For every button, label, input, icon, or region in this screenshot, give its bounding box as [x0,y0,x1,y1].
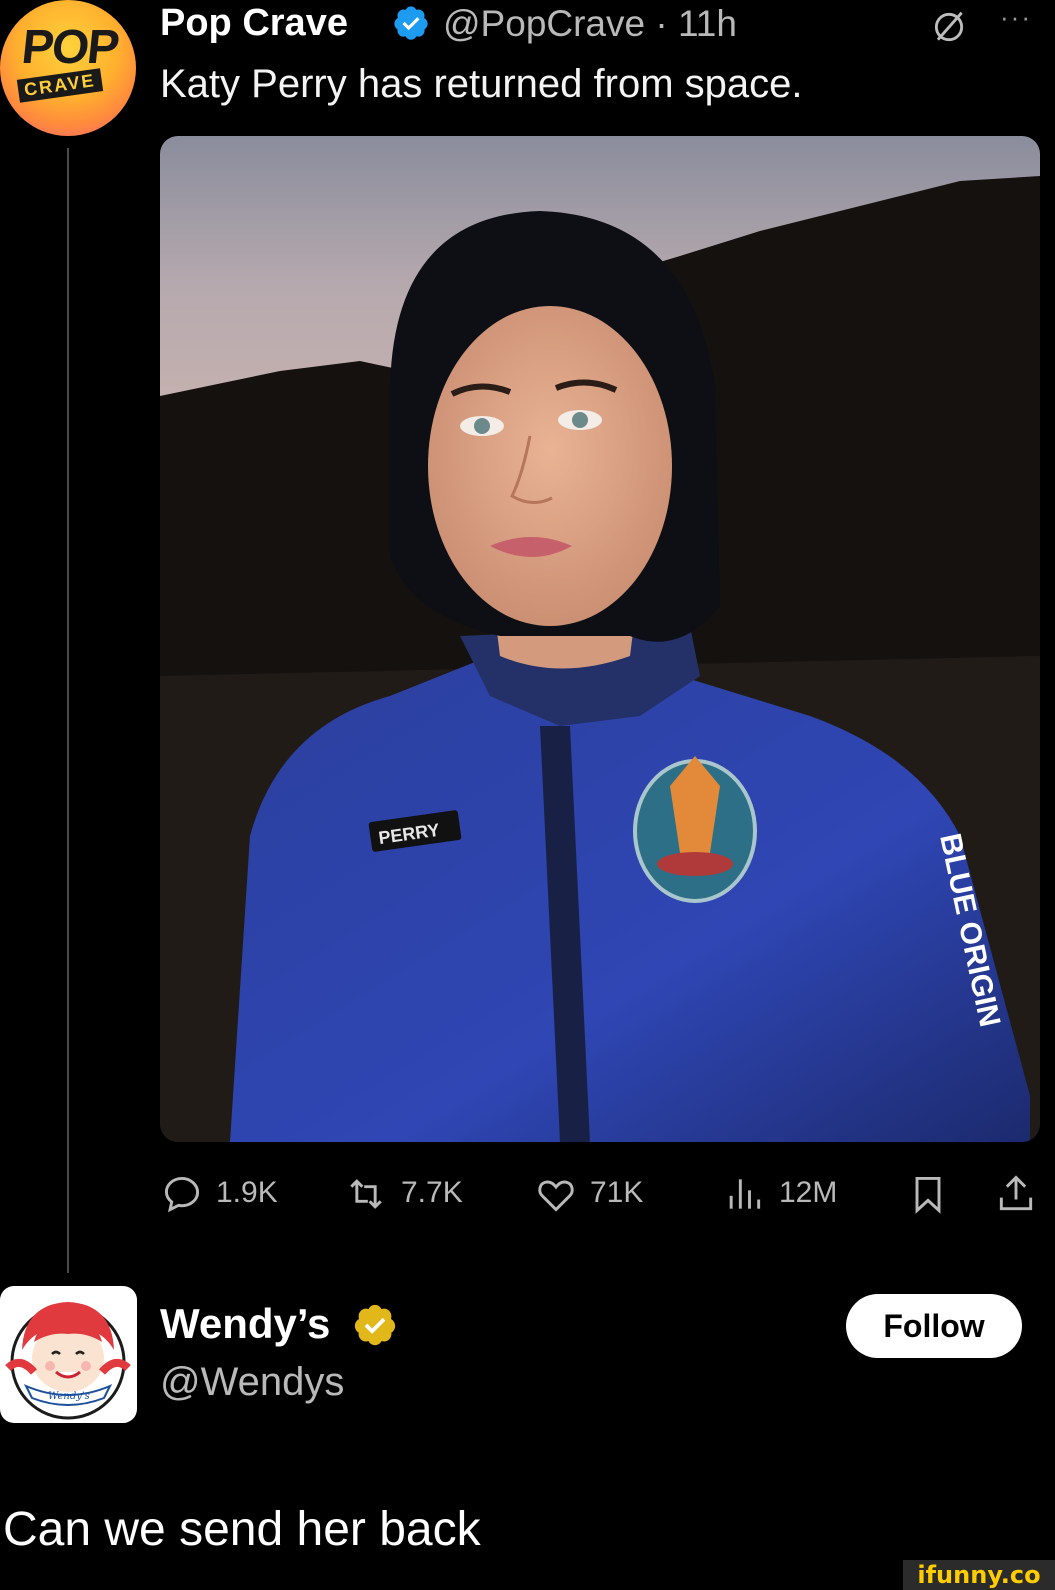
gold-verified-badge-icon [354,1304,396,1346]
repost-icon[interactable] [344,1172,388,1216]
views-icon[interactable] [722,1172,766,1216]
repost-count: 7.7K [401,1176,463,1209]
handle-text: @PopCrave [443,3,646,44]
grok-icon[interactable] [930,8,968,46]
wendys-logo: Wendy's [5,1302,131,1420]
reply-text: Can we send her back [3,1503,481,1556]
avatar-logo-pop: POP [19,21,121,74]
follow-button[interactable]: Follow [846,1294,1022,1358]
views-count: 12M [779,1176,838,1209]
tweet-author-name[interactable]: Pop Crave [160,2,348,45]
reply-author-handle[interactable]: @Wendys [160,1360,344,1405]
tweet-photo[interactable]: PERRY BLUE ORIGIN [160,136,1040,1142]
ifunny-watermark: ifunny.co [903,1560,1055,1590]
share-icon[interactable] [994,1172,1038,1216]
bookmark-icon[interactable] [906,1172,950,1216]
thread-line [67,148,69,1273]
photo-illustration: PERRY BLUE ORIGIN [160,136,1040,1142]
tweet-time: · 11h [655,3,737,44]
like-icon[interactable] [534,1172,578,1216]
reply-count: 1.9K [216,1176,278,1209]
more-options-icon[interactable]: ··· [1000,2,1032,33]
wendys-logo-text: Wendy's [48,1391,90,1402]
tweet-author-handle[interactable]: @PopCrave · 11h [443,3,737,45]
verified-badge-icon [394,6,428,40]
like-count: 71K [590,1176,644,1209]
tweet-text: Katy Perry has returned from space. [160,62,803,106]
popcrave-avatar[interactable]: POP CRAVE [0,0,136,136]
wendys-avatar[interactable]: Wendy's [0,1286,137,1423]
reply-icon[interactable] [160,1172,204,1216]
reply-author-name[interactable]: Wendy’s [160,1300,330,1348]
